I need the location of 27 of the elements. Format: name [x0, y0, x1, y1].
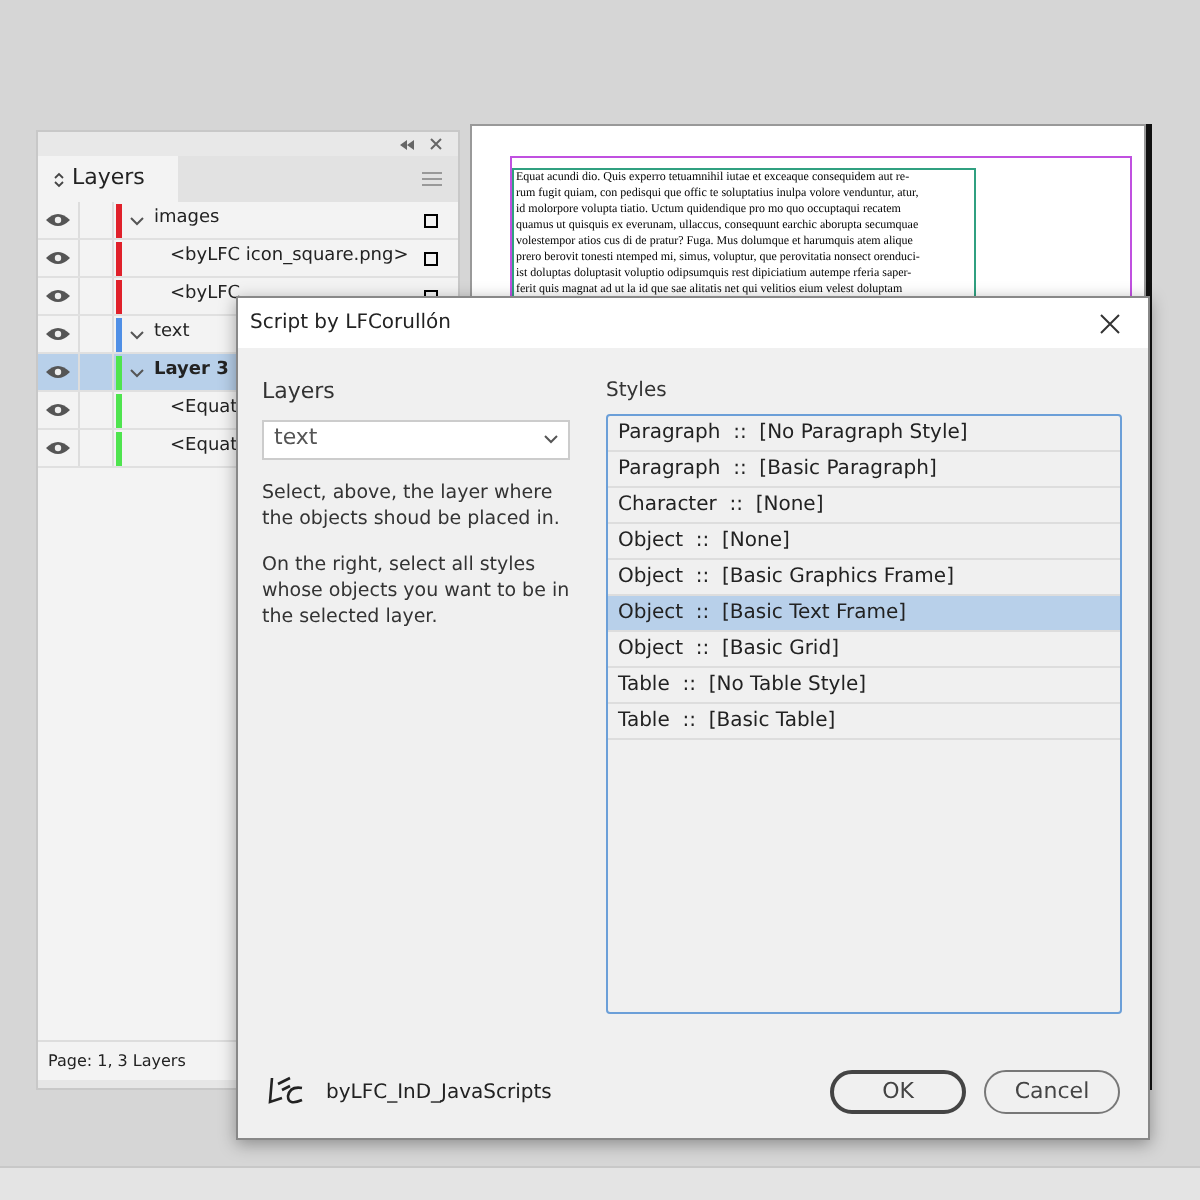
style-item[interactable]: Character :: [None]	[608, 488, 1120, 524]
dialog-title: Script by LFCorullón	[250, 310, 452, 338]
styles-label: Styles	[606, 378, 669, 406]
style-item[interactable]: Object :: [Basic Text Frame]	[608, 596, 1120, 632]
style-item[interactable]: Table :: [Basic Table]	[608, 704, 1120, 740]
style-item[interactable]: Table :: [No Table Style]	[608, 668, 1120, 704]
layers-tab[interactable]: Layers	[38, 156, 178, 202]
style-item[interactable]: Paragraph :: [No Paragraph Style]	[608, 416, 1120, 452]
layer-row[interactable]: images	[38, 202, 458, 240]
layer-dropdown[interactable]: text	[262, 419, 570, 459]
layer-name: <byLFC icon_square.png>	[170, 244, 409, 271]
style-item[interactable]: Paragraph :: [Basic Paragraph]	[608, 452, 1120, 488]
layers-label: Layers	[262, 376, 337, 408]
style-item[interactable]: Object :: [None]	[608, 524, 1120, 560]
cancel-button[interactable]: Cancel	[984, 1070, 1120, 1114]
layer-name: images	[154, 206, 220, 233]
brand-text: byLFC_InD_JavaScripts	[326, 1079, 552, 1107]
layer-name: <Equat	[170, 396, 238, 423]
layer-name: <Equat	[170, 434, 238, 461]
layer-row[interactable]: <byLFC icon_square.png>	[38, 240, 458, 278]
style-item[interactable]: Object :: [Basic Grid]	[608, 632, 1120, 668]
help-text: On the right, select all styles whose objects you want to be in the selected layer.	[262, 551, 570, 629]
help-text: Select, above, the layer where the objects shoud be placed in.	[262, 479, 562, 531]
ok-button[interactable]: OK	[830, 1070, 966, 1114]
layer-name: Layer 3	[154, 358, 229, 385]
layer-name: text	[154, 320, 190, 347]
layer-name: <byLFC	[170, 282, 241, 309]
